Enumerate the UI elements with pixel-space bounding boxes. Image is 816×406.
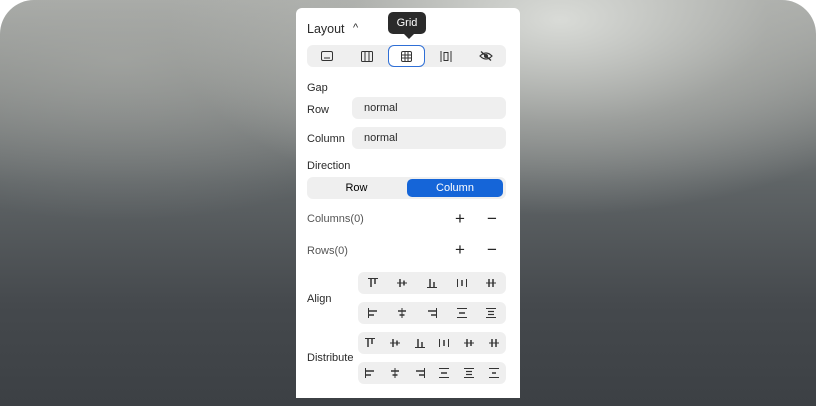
align-vertical-group (358, 272, 506, 294)
flex-icon (360, 50, 373, 62)
align-spread-button[interactable] (455, 276, 469, 290)
direction-row-option[interactable]: Row (307, 177, 406, 199)
distribute-bottom-icon (414, 339, 425, 348)
align-justify-icon (486, 308, 497, 318)
distribute-around-button[interactable] (462, 336, 476, 350)
align-space-between-button[interactable] (455, 306, 469, 320)
distribute-stretch-icon (488, 339, 499, 347)
distribute-middle-button[interactable] (388, 336, 402, 350)
align-bottom-icon (426, 279, 437, 288)
inline-icon (440, 50, 452, 62)
display-inline-button[interactable] (426, 45, 466, 67)
align-justify-button[interactable] (484, 306, 498, 320)
distribute-bottom-button[interactable] (413, 336, 427, 350)
align-title: Align (307, 293, 332, 305)
distribute-vertical-group (358, 332, 506, 354)
align-horizontal-group (358, 302, 506, 324)
columns-label: Columns(0) (307, 213, 364, 225)
collapse-chevron-icon[interactable]: ^ (353, 22, 358, 34)
align-stretch-button[interactable] (484, 276, 498, 290)
align-middle-icon (397, 279, 408, 287)
align-middle-button[interactable] (395, 276, 409, 290)
remove-column-button[interactable]: − (487, 210, 497, 227)
distribute-space-around-button[interactable] (462, 366, 476, 380)
align-right-icon (427, 308, 437, 318)
distribute-right-button[interactable] (413, 366, 427, 380)
distribute-justify-button[interactable] (487, 366, 501, 380)
align-bottom-button[interactable] (425, 276, 439, 290)
gap-row-label: Row (307, 104, 330, 116)
display-mode-selector (307, 45, 506, 67)
align-top-button[interactable] (366, 276, 380, 290)
distribute-right-icon (415, 368, 425, 378)
layout-section-title: Layout (307, 22, 345, 36)
align-center-icon (398, 308, 407, 318)
distribute-space-around-icon (463, 368, 474, 378)
align-space-between-icon (456, 308, 467, 318)
align-spread-icon (456, 279, 467, 287)
distribute-center-button[interactable] (388, 366, 402, 380)
distribute-spread-button[interactable] (437, 336, 451, 350)
distribute-center-icon (390, 368, 399, 378)
remove-row-button[interactable]: − (487, 241, 497, 258)
distribute-around-icon (463, 339, 474, 347)
direction-toggle: Row Column (307, 177, 506, 199)
distribute-left-icon (365, 368, 375, 378)
distribute-stretch-button[interactable] (487, 336, 501, 350)
add-column-button[interactable]: + (455, 210, 465, 227)
distribute-justify-icon (488, 368, 499, 378)
distribute-top-icon (365, 338, 376, 347)
direction-column-option[interactable]: Column (407, 179, 503, 197)
block-icon (320, 51, 333, 61)
distribute-left-button[interactable] (363, 366, 377, 380)
distribute-spread-icon (439, 339, 450, 347)
hidden-eye-icon (479, 51, 493, 61)
gap-column-input[interactable]: normal (352, 127, 506, 149)
display-flex-button[interactable] (347, 45, 387, 67)
align-stretch-icon (486, 279, 497, 287)
layout-panel: Layout ^ Grid Gap Row normal Column norm… (296, 8, 520, 398)
add-row-button[interactable]: + (455, 241, 465, 258)
gap-column-label: Column (307, 133, 345, 145)
display-grid-button[interactable] (387, 45, 427, 67)
distribute-horizontal-group (358, 362, 506, 384)
distribute-top-button[interactable] (363, 336, 377, 350)
gap-title: Gap (307, 82, 328, 94)
distribute-space-between-button[interactable] (437, 366, 451, 380)
align-top-icon (367, 278, 378, 287)
align-left-button[interactable] (366, 306, 380, 320)
display-block-button[interactable] (307, 45, 347, 67)
direction-title: Direction (307, 160, 351, 172)
gap-row-input[interactable]: normal (352, 97, 506, 119)
align-left-icon (367, 308, 377, 318)
display-none-button[interactable] (466, 45, 506, 67)
grid-icon (400, 50, 412, 62)
distribute-title: Distribute (307, 352, 354, 364)
distribute-middle-icon (389, 339, 400, 347)
rows-label: Rows(0) (307, 245, 348, 257)
align-right-button[interactable] (425, 306, 439, 320)
align-center-button[interactable] (395, 306, 409, 320)
grid-tooltip: Grid (388, 12, 426, 39)
distribute-space-between-icon (439, 368, 450, 378)
